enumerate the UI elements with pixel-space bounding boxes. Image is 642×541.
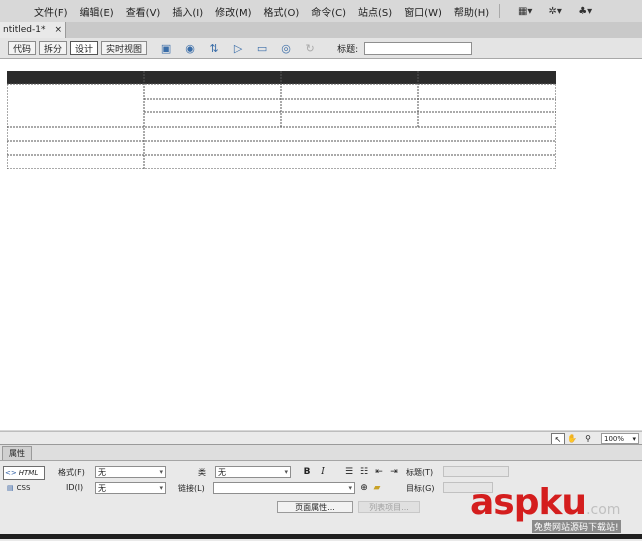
class-select-value: 无 [218,467,226,477]
outdent-icon[interactable]: ⇤ [373,466,385,478]
menu-window[interactable]: 窗口(W) [398,4,448,19]
menu-bar: 文件(F) 编辑(E) 查看(V) 插入(I) 修改(M) 格式(O) 命令(C… [0,0,642,23]
refresh-icon[interactable]: ↻ [299,40,321,56]
visual-aids-icon[interactable]: ▭ [251,40,273,56]
folder-icon[interactable]: ▰ [371,482,383,494]
watermark-suffix: .com [586,502,621,518]
title-field [443,466,509,477]
hand-tool-icon[interactable]: ✋ [566,433,578,444]
watermark-tagline: 免费网站源码下载站! [532,520,621,533]
status-bar: ↖ ✋ ⚲ 100% ▾ [0,431,642,446]
document-tab-strip: ntitled-1* × [0,22,642,39]
class-label: 类 [198,468,206,477]
close-icon[interactable]: × [54,25,62,35]
list-item-button: 列表项目... [358,501,420,513]
indent-icon[interactable]: ⇥ [388,466,400,478]
id-select-value: 无 [98,483,106,493]
chevron-down-icon: ▾ [159,468,163,476]
layout-icon[interactable]: ▦▾ [510,3,540,19]
html-mode-label: HTML [18,469,39,477]
table-gridlines [7,71,556,169]
menu-help[interactable]: 帮助(H) [448,4,495,19]
zoom-tool-icon[interactable]: ⚲ [582,433,594,444]
css-mode-button[interactable]: ▤ CSS [3,482,43,494]
title-label: 标题: [337,44,359,55]
menu-view[interactable]: 查看(V) [120,4,167,19]
id-label: ID(I) [66,483,84,492]
menu-separator [499,4,501,18]
zoom-select[interactable]: 100% ▾ [601,433,639,444]
menu-insert[interactable]: 插入(I) [166,4,209,19]
menu-site[interactable]: 站点(S) [352,4,398,19]
design-view-button[interactable]: 设计 [70,41,99,55]
check-page-icon[interactable]: ◎ [275,40,297,56]
chevron-down-icon: ▾ [348,484,352,492]
site-icon[interactable]: ♣▾ [570,3,600,19]
design-canvas[interactable] [0,59,642,430]
split-view-button[interactable]: 拆分 [39,41,68,55]
menu-modify[interactable]: 修改(M) [209,4,257,19]
watermark-brand: aspku [470,482,587,523]
code-view-button[interactable]: 代码 [8,41,37,55]
menu-file[interactable]: 文件(F) [28,4,74,19]
bold-button[interactable]: B [301,466,313,478]
link-input[interactable]: ▾ [213,482,355,494]
css-mode-icon: ▤ [7,484,14,492]
file-management-icon[interactable]: ⇅ [203,40,225,56]
menu-format[interactable]: 格式(O) [258,4,306,19]
title-field-label: 标题(T) [406,468,434,477]
live-view-button[interactable]: 实时视图 [101,41,148,55]
layout-table[interactable] [7,71,556,169]
chevron-down-icon: ▾ [159,484,163,492]
live-code-icon[interactable]: ▷ [227,40,249,56]
link-label: 链接(L) [178,484,205,493]
html-code-icon: <> [5,469,17,477]
menu-commands[interactable]: 命令(C) [305,4,352,19]
taskbar-strip [0,534,642,539]
preview-browser-icon[interactable]: ◉ [179,40,201,56]
ordered-list-icon[interactable]: ☷ [358,466,370,478]
menu-edit[interactable]: 编辑(E) [74,4,120,19]
watermark: aspku.com 免费网站源码下载站! [470,484,640,534]
id-select[interactable]: 无 ▾ [95,482,166,494]
class-select[interactable]: 无 ▾ [215,466,291,478]
document-tab[interactable]: ntitled-1* × [0,22,66,38]
page-properties-button[interactable]: 页面属性... [277,501,353,513]
format-select-value: 无 [98,467,106,477]
point-to-file-icon[interactable]: ⊕ [358,482,370,494]
target-label: 目标(G) [406,484,435,493]
title-input[interactable] [364,41,473,55]
unordered-list-icon[interactable]: ☰ [343,466,355,478]
properties-tab[interactable]: 属性 [2,446,32,461]
italic-button[interactable]: I [317,466,329,478]
document-toolbar: 代码 拆分 设计 实时视图 ▣ ◉ ⇅ ▷ ▭ ◎ ↻ 标题: [0,38,642,59]
format-select[interactable]: 无 ▾ [95,466,166,478]
chevron-down-icon: ▾ [284,468,288,476]
document-tab-title: ntitled-1* [3,25,46,35]
chevron-down-icon: ▾ [632,434,636,443]
zoom-value: 100% [604,434,625,443]
multiscreen-icon[interactable]: ▣ [155,40,177,56]
settings-icon[interactable]: ✲▾ [540,3,570,19]
css-mode-label: CSS [16,484,31,492]
format-label: 格式(F) [58,468,85,477]
html-mode-button[interactable]: <> HTML [3,466,45,480]
